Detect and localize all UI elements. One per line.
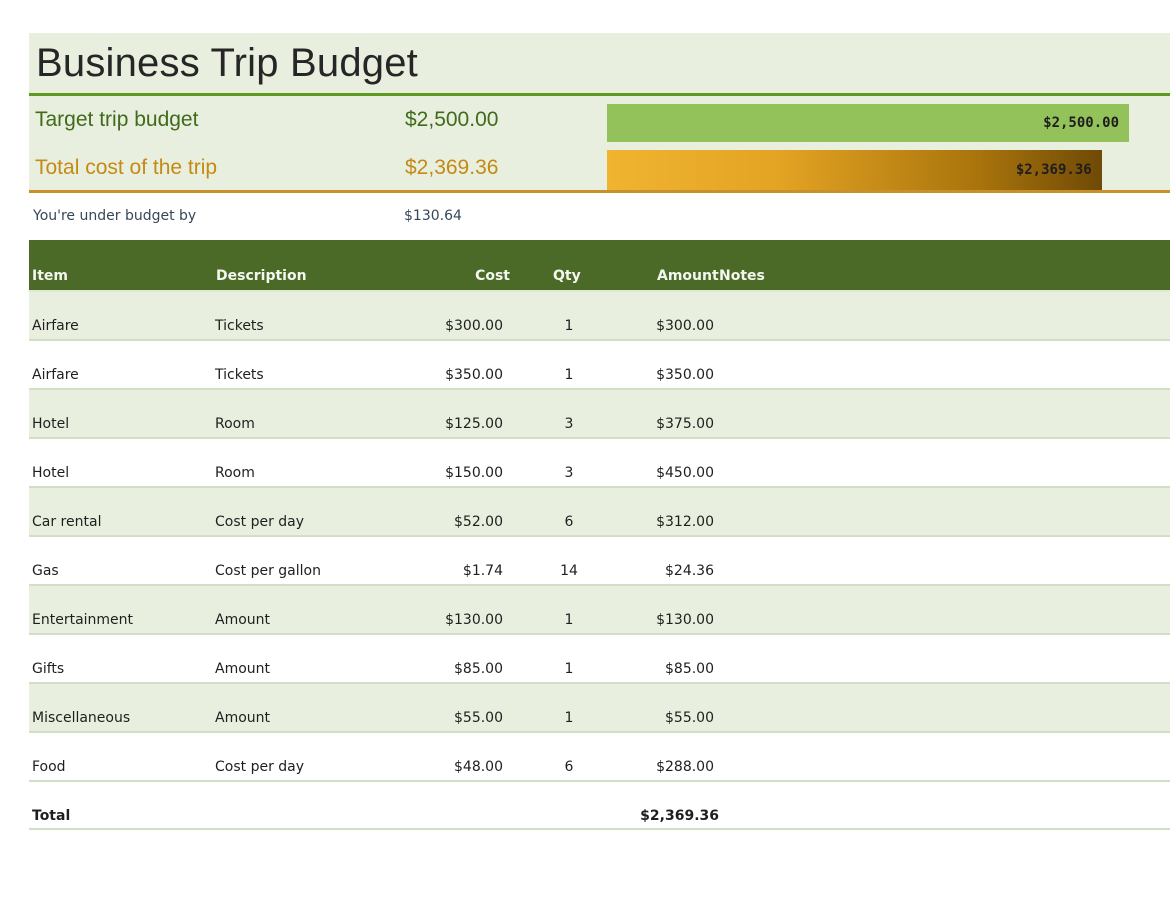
under-budget-row: You're under budget by $130.64	[29, 193, 1170, 240]
table-row: Entertainment Amount $130.00 1 $130.00	[29, 586, 1170, 635]
cell-amount[interactable]: $288.00	[615, 759, 714, 775]
cell-cost[interactable]: $55.00	[409, 710, 503, 726]
table-row: Airfare Tickets $350.00 1 $350.00	[29, 341, 1170, 390]
cell-qty[interactable]: 1	[549, 367, 589, 383]
cell-amount[interactable]: $130.00	[615, 612, 714, 628]
cell-description[interactable]: Amount	[215, 612, 270, 628]
cell-item[interactable]: Entertainment	[32, 612, 133, 628]
total-cost-bar-track: $2,369.36	[607, 150, 1129, 190]
cell-qty[interactable]: 6	[549, 759, 589, 775]
cell-amount[interactable]: $300.00	[615, 318, 714, 334]
cell-amount[interactable]: $85.00	[615, 661, 714, 677]
target-budget-bar-label: $2,500.00	[1043, 115, 1119, 131]
cell-qty[interactable]: 3	[549, 465, 589, 481]
target-budget-bar-track: $2,500.00	[607, 104, 1129, 142]
cell-item[interactable]: Gas	[32, 563, 59, 579]
cell-item[interactable]: Miscellaneous	[32, 710, 130, 726]
table-row: Food Cost per day $48.00 6 $288.00	[29, 733, 1170, 782]
total-cost-row: Total cost of the trip $2,369.36 $2,369.…	[29, 144, 1170, 192]
cell-cost[interactable]: $125.00	[409, 416, 503, 432]
budget-sheet: Business Trip Budget Target trip budget …	[29, 33, 1170, 830]
header-item[interactable]: Item	[32, 268, 68, 284]
header-qty[interactable]: Qty	[553, 268, 581, 284]
cell-item[interactable]: Airfare	[32, 318, 79, 334]
cell-item[interactable]: Airfare	[32, 367, 79, 383]
cell-cost[interactable]: $85.00	[409, 661, 503, 677]
cell-amount[interactable]: $375.00	[615, 416, 714, 432]
total-cost-value[interactable]: $2,369.36	[405, 156, 498, 180]
summary-panel: Target trip budget $2,500.00 $2,500.00 T…	[29, 96, 1170, 193]
cell-description[interactable]: Cost per gallon	[215, 563, 321, 579]
cell-item[interactable]: Hotel	[32, 416, 69, 432]
cell-qty[interactable]: 1	[549, 612, 589, 628]
title-bar: Business Trip Budget	[29, 33, 1170, 96]
target-budget-label[interactable]: Target trip budget	[35, 108, 198, 132]
cell-cost[interactable]: $52.00	[409, 514, 503, 530]
cell-amount[interactable]: $55.00	[615, 710, 714, 726]
target-budget-row: Target trip budget $2,500.00 $2,500.00	[29, 96, 1170, 144]
header-amount[interactable]: Amount	[657, 268, 719, 284]
header-notes[interactable]: Notes	[719, 268, 765, 284]
cell-cost[interactable]: $130.00	[409, 612, 503, 628]
cell-description[interactable]: Amount	[215, 710, 270, 726]
cell-qty[interactable]: 1	[549, 661, 589, 677]
under-budget-value[interactable]: $130.64	[404, 208, 462, 224]
cell-amount[interactable]: $350.00	[615, 367, 714, 383]
total-cost-bar-label: $2,369.36	[1015, 162, 1092, 178]
cell-description[interactable]: Room	[215, 416, 255, 432]
cell-amount[interactable]: $450.00	[615, 465, 714, 481]
table-row: Hotel Room $125.00 3 $375.00	[29, 390, 1170, 439]
header-description[interactable]: Description	[216, 268, 307, 284]
cell-item[interactable]: Hotel	[32, 465, 69, 481]
table-row: Car rental Cost per day $52.00 6 $312.00	[29, 488, 1170, 537]
table-row: Gas Cost per gallon $1.74 14 $24.36	[29, 537, 1170, 586]
cell-description[interactable]: Cost per day	[215, 514, 304, 530]
header-cost[interactable]: Cost	[409, 268, 510, 284]
page-title[interactable]: Business Trip Budget	[36, 41, 418, 86]
total-cost-label[interactable]: Total cost of the trip	[35, 156, 217, 180]
cell-qty[interactable]: 1	[549, 318, 589, 334]
cell-qty[interactable]: 6	[549, 514, 589, 530]
table-row: Miscellaneous Amount $55.00 1 $55.00	[29, 684, 1170, 733]
cell-amount[interactable]: $24.36	[615, 563, 714, 579]
target-budget-value[interactable]: $2,500.00	[405, 108, 498, 132]
cell-item[interactable]: Gifts	[32, 661, 64, 677]
table-row: Hotel Room $150.00 3 $450.00	[29, 439, 1170, 488]
cell-description[interactable]: Amount	[215, 661, 270, 677]
cell-item[interactable]: Food	[32, 759, 66, 775]
table-header: Item Description Cost Qty Amount Notes	[29, 240, 1170, 292]
under-budget-label[interactable]: You're under budget by	[33, 208, 196, 224]
cell-description[interactable]: Tickets	[215, 318, 264, 334]
cell-cost[interactable]: $300.00	[409, 318, 503, 334]
total-amount[interactable]: $2,369.36	[615, 808, 719, 824]
cell-cost[interactable]: $48.00	[409, 759, 503, 775]
cell-cost[interactable]: $350.00	[409, 367, 503, 383]
cell-qty[interactable]: 14	[549, 563, 589, 579]
cell-cost[interactable]: $1.74	[409, 563, 503, 579]
table-row: Airfare Tickets $300.00 1 $300.00	[29, 292, 1170, 341]
cell-qty[interactable]: 1	[549, 710, 589, 726]
total-row: Total $2,369.36	[29, 782, 1170, 830]
total-label[interactable]: Total	[32, 808, 70, 824]
table-row: Gifts Amount $85.00 1 $85.00	[29, 635, 1170, 684]
cell-qty[interactable]: 3	[549, 416, 589, 432]
cell-description[interactable]: Cost per day	[215, 759, 304, 775]
cell-description[interactable]: Tickets	[215, 367, 264, 383]
cell-description[interactable]: Room	[215, 465, 255, 481]
cell-item[interactable]: Car rental	[32, 514, 101, 530]
cell-cost[interactable]: $150.00	[409, 465, 503, 481]
table-body: Airfare Tickets $300.00 1 $300.00 Airfare Tick…	[29, 292, 1170, 782]
target-budget-bar: $2,500.00	[607, 104, 1129, 142]
cell-amount[interactable]: $312.00	[615, 514, 714, 530]
total-cost-bar: $2,369.36	[607, 150, 1102, 190]
